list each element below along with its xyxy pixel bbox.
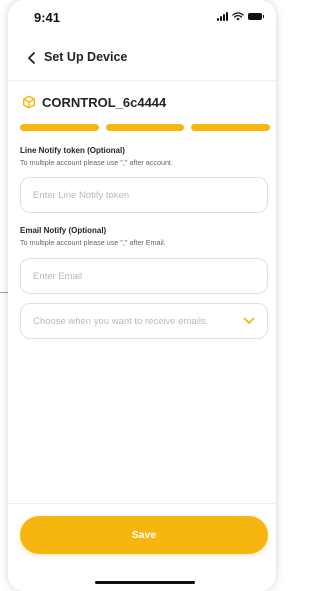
save-button[interactable]: Save	[20, 516, 268, 554]
email-notify-label: Email Notify (Optional)	[20, 226, 107, 235]
email-schedule-dropdown[interactable]: Choose when you want to receive emails.	[20, 303, 268, 339]
progress-step	[191, 124, 271, 131]
cellular-signal-icon	[217, 12, 228, 21]
status-icons	[217, 12, 264, 21]
line-notify-hint: To multiple account please use "," after…	[20, 158, 173, 167]
app-header: Set Up Device	[8, 44, 276, 72]
progress-step	[105, 124, 185, 131]
phone-screen: 9:41 Set Up Device CORNTROL_6c4444 Line …	[8, 0, 276, 591]
battery-icon	[248, 13, 264, 20]
home-indicator	[95, 581, 195, 584]
back-button[interactable]	[22, 48, 40, 68]
device-info: CORNTROL_6c4444	[22, 93, 166, 111]
line-notify-token-input[interactable]	[20, 177, 268, 213]
device-name: CORNTROL_6c4444	[42, 94, 167, 110]
page-title: Set Up Device	[44, 50, 128, 64]
email-schedule-placeholder: Choose when you want to receive emails.	[33, 315, 209, 327]
header-divider	[8, 80, 276, 81]
wifi-icon	[232, 12, 244, 21]
setup-progress	[20, 124, 271, 131]
footer-bar: Save	[8, 503, 276, 591]
chevron-down-icon	[243, 317, 255, 324]
email-input[interactable]	[20, 258, 268, 294]
email-notify-hint: To multiple account please use "," after…	[20, 238, 166, 247]
progress-step	[20, 124, 99, 131]
chevron-left-icon	[27, 52, 35, 64]
line-notify-label: Line Notify token (Optional)	[20, 146, 125, 155]
status-bar: 9:41	[8, 0, 276, 36]
cube-icon	[23, 95, 35, 109]
status-time: 9:41	[34, 10, 61, 25]
